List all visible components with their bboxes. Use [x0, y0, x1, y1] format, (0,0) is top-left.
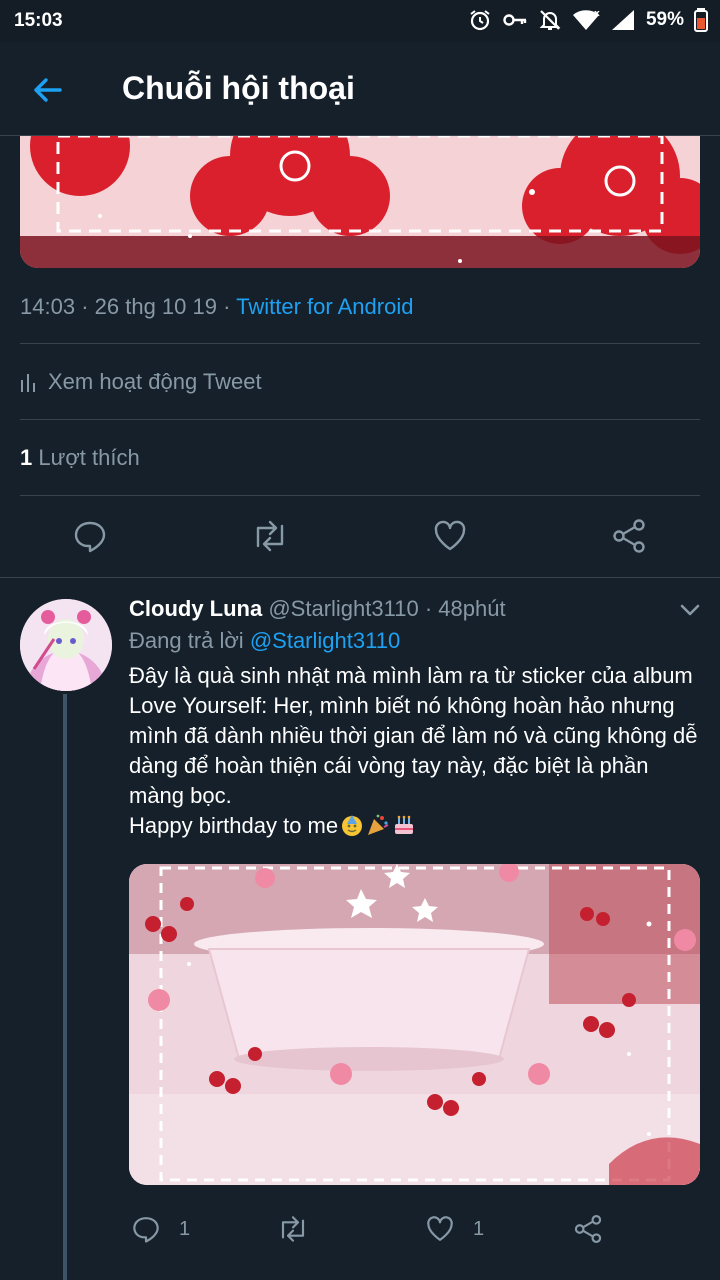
party-popper-icon [368, 814, 389, 835]
retweet-button[interactable] [250, 518, 290, 554]
bar-chart-icon [21, 374, 35, 392]
tweet-text: Đây là quà sinh nhật mà mình làm ra từ s… [129, 663, 698, 838]
replying-label: Đang trả lời [129, 628, 244, 653]
tweet-action-bar: 1 1 [0, 1210, 720, 1254]
tweet-date: 26 thg 10 19 [94, 294, 217, 319]
divider [20, 495, 700, 496]
likes-label: Lượt thích [38, 445, 140, 470]
view-activity-link[interactable]: Xem hoạt động Tweet [20, 369, 262, 395]
meta-separator: · [424, 596, 433, 621]
status-icons: x 59% [468, 8, 708, 32]
birthday-cake-icon [395, 815, 414, 834]
share-button[interactable] [610, 518, 648, 554]
back-button[interactable] [30, 72, 66, 108]
tweet-body: Đây là quà sinh nhật mà mình làm ra từ s… [129, 661, 709, 841]
status-bar: 15:03 x 59% [0, 0, 720, 42]
flower-sticker-image [20, 136, 700, 268]
likes-count: 1 [20, 445, 33, 470]
reply-button[interactable] [72, 518, 108, 554]
share-button[interactable] [572, 1214, 604, 1244]
app-bar: Chuỗi hội thoại [0, 42, 720, 136]
bracelet-photo-image [129, 864, 700, 1185]
reply-count: 1 [179, 1217, 191, 1240]
like-button[interactable] [432, 518, 468, 554]
vpn-key-icon [502, 8, 528, 32]
user-handle[interactable]: @Starlight3110 [268, 596, 418, 621]
like-button[interactable]: 1 [425, 1214, 484, 1244]
svg-text:x: x [594, 9, 600, 19]
divider [20, 343, 700, 344]
retweet-button[interactable] [276, 1214, 310, 1244]
retweet-icon [281, 1216, 305, 1242]
arrow-left-icon [34, 78, 62, 102]
avatar[interactable] [20, 599, 112, 691]
battery-percent: 59% [645, 9, 684, 30]
tweet-media-image[interactable] [129, 864, 700, 1185]
tweet-header: Cloudy Luna @Starlight3110 · 48phút [129, 596, 506, 622]
tweet-menu-button[interactable] [678, 598, 702, 622]
meta-separator: · [81, 294, 89, 319]
retweet-icon [256, 520, 284, 552]
like-count: 1 [473, 1217, 485, 1240]
tweet-time: 14:03 [20, 294, 76, 319]
tweet-timestamp: 14:03 · 26 thg 10 19 · Twitter for Andro… [20, 294, 413, 320]
divider [20, 419, 700, 420]
battery-icon [694, 8, 708, 32]
page-title: Chuỗi hội thoại [122, 70, 355, 106]
wifi-icon: x [572, 8, 600, 32]
signal-icon [610, 8, 636, 32]
view-activity-label: Xem hoạt động Tweet [48, 369, 262, 394]
reply-icon [133, 1217, 159, 1243]
replying-to-handle[interactable]: @Starlight3110 [250, 628, 400, 653]
tweet-time-ago: 48phút [438, 596, 506, 621]
tweet-action-bar [0, 512, 720, 564]
thread-separator [0, 577, 720, 578]
notifications-off-icon [538, 8, 562, 32]
status-time: 15:03 [14, 10, 63, 31]
alarm-icon [468, 8, 492, 32]
reply-icon [74, 521, 106, 553]
heart-icon [434, 520, 466, 551]
likes-summary[interactable]: 1 Lượt thích [20, 445, 140, 471]
party-face-icon [342, 815, 363, 836]
tweet-source-link[interactable]: Twitter for Android [236, 294, 413, 319]
anime-avatar-image [20, 599, 112, 691]
chevron-down-icon [680, 604, 700, 616]
share-icon [574, 1215, 602, 1243]
replying-to: Đang trả lời @Starlight3110 [129, 628, 400, 654]
thread-connector-line [63, 694, 67, 1280]
display-name[interactable]: Cloudy Luna [129, 596, 262, 621]
heart-icon [427, 1216, 453, 1241]
tweet-media-image[interactable] [20, 136, 700, 268]
meta-separator: · [223, 294, 231, 319]
reply-button[interactable]: 1 [131, 1214, 190, 1244]
share-icon [613, 519, 645, 553]
